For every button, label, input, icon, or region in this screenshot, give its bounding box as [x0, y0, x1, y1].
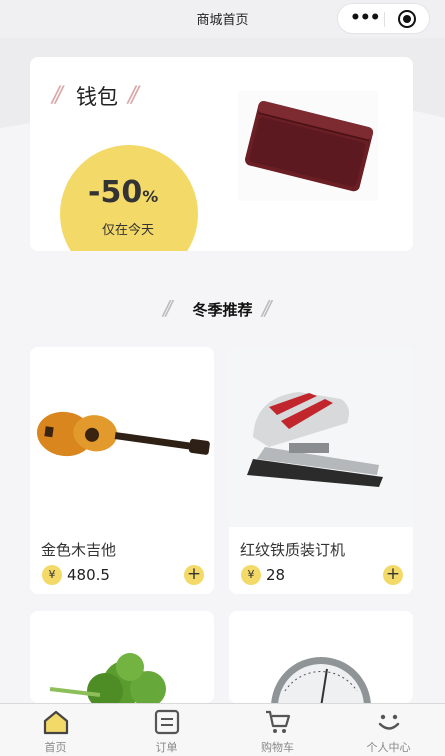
discount-value: -50%	[88, 175, 158, 210]
capsule-divider	[384, 12, 385, 27]
product-name: 红纹铁质装订机	[240, 541, 346, 559]
product-card[interactable]: 红纹铁质装订机 ¥ 28 +	[229, 347, 413, 594]
add-to-cart-button[interactable]: +	[383, 565, 403, 585]
more-dots-icon[interactable]: •••	[350, 9, 381, 27]
stapler-image	[229, 347, 413, 527]
bottom-tab-bar: 首页 订单 购物车 个人中心	[0, 703, 445, 756]
tab-label: 订单	[155, 741, 178, 754]
tab-label: 首页	[44, 741, 67, 754]
promo-banner[interactable]: // 钱包 // -50% 仅在今天	[30, 57, 413, 251]
decor-slash-right: //	[128, 83, 139, 108]
wallet-image	[238, 91, 378, 201]
parsley-image	[30, 611, 214, 703]
cart-icon	[266, 710, 291, 733]
tab-orders[interactable]: 订单	[111, 704, 222, 756]
discount-number: -50	[88, 175, 143, 210]
home-icon	[43, 710, 69, 735]
gauge-image	[229, 611, 413, 703]
product-card[interactable]	[229, 611, 413, 703]
tab-label: 购物车	[261, 741, 294, 754]
product-name: 金色木吉他	[41, 541, 117, 559]
discount-badge: -50% 仅在今天	[60, 145, 198, 251]
section-heading: // 冬季推荐 //	[0, 296, 445, 322]
tab-cart[interactable]: 购物车	[222, 704, 333, 756]
tab-profile[interactable]: 个人中心	[333, 704, 444, 756]
navigation-bar: 商城首页 •••	[0, 0, 445, 38]
smile-icon	[378, 714, 400, 730]
tab-home[interactable]: 首页	[0, 704, 111, 756]
currency-icon: ¥	[241, 565, 261, 585]
discount-unit: %	[142, 187, 159, 206]
discount-subtitle: 仅在今天	[102, 223, 155, 238]
add-to-cart-button[interactable]: +	[184, 565, 204, 585]
currency-icon: ¥	[42, 565, 62, 585]
mini-program-capsule: •••	[337, 3, 430, 34]
product-price: 28	[266, 566, 286, 584]
guitar-image	[30, 347, 214, 527]
target-icon[interactable]	[398, 10, 416, 28]
banner-title: 钱包	[76, 85, 118, 109]
decor-slash-left: //	[52, 83, 63, 108]
decor-slash-right: //	[262, 296, 272, 320]
product-card[interactable]: 金色木吉他 ¥ 480.5 +	[30, 347, 214, 594]
product-card[interactable]	[30, 611, 214, 703]
order-icon	[154, 709, 180, 735]
section-title: 冬季推荐	[192, 301, 253, 319]
tab-label: 个人中心	[366, 741, 411, 754]
product-price: 480.5	[67, 566, 110, 584]
